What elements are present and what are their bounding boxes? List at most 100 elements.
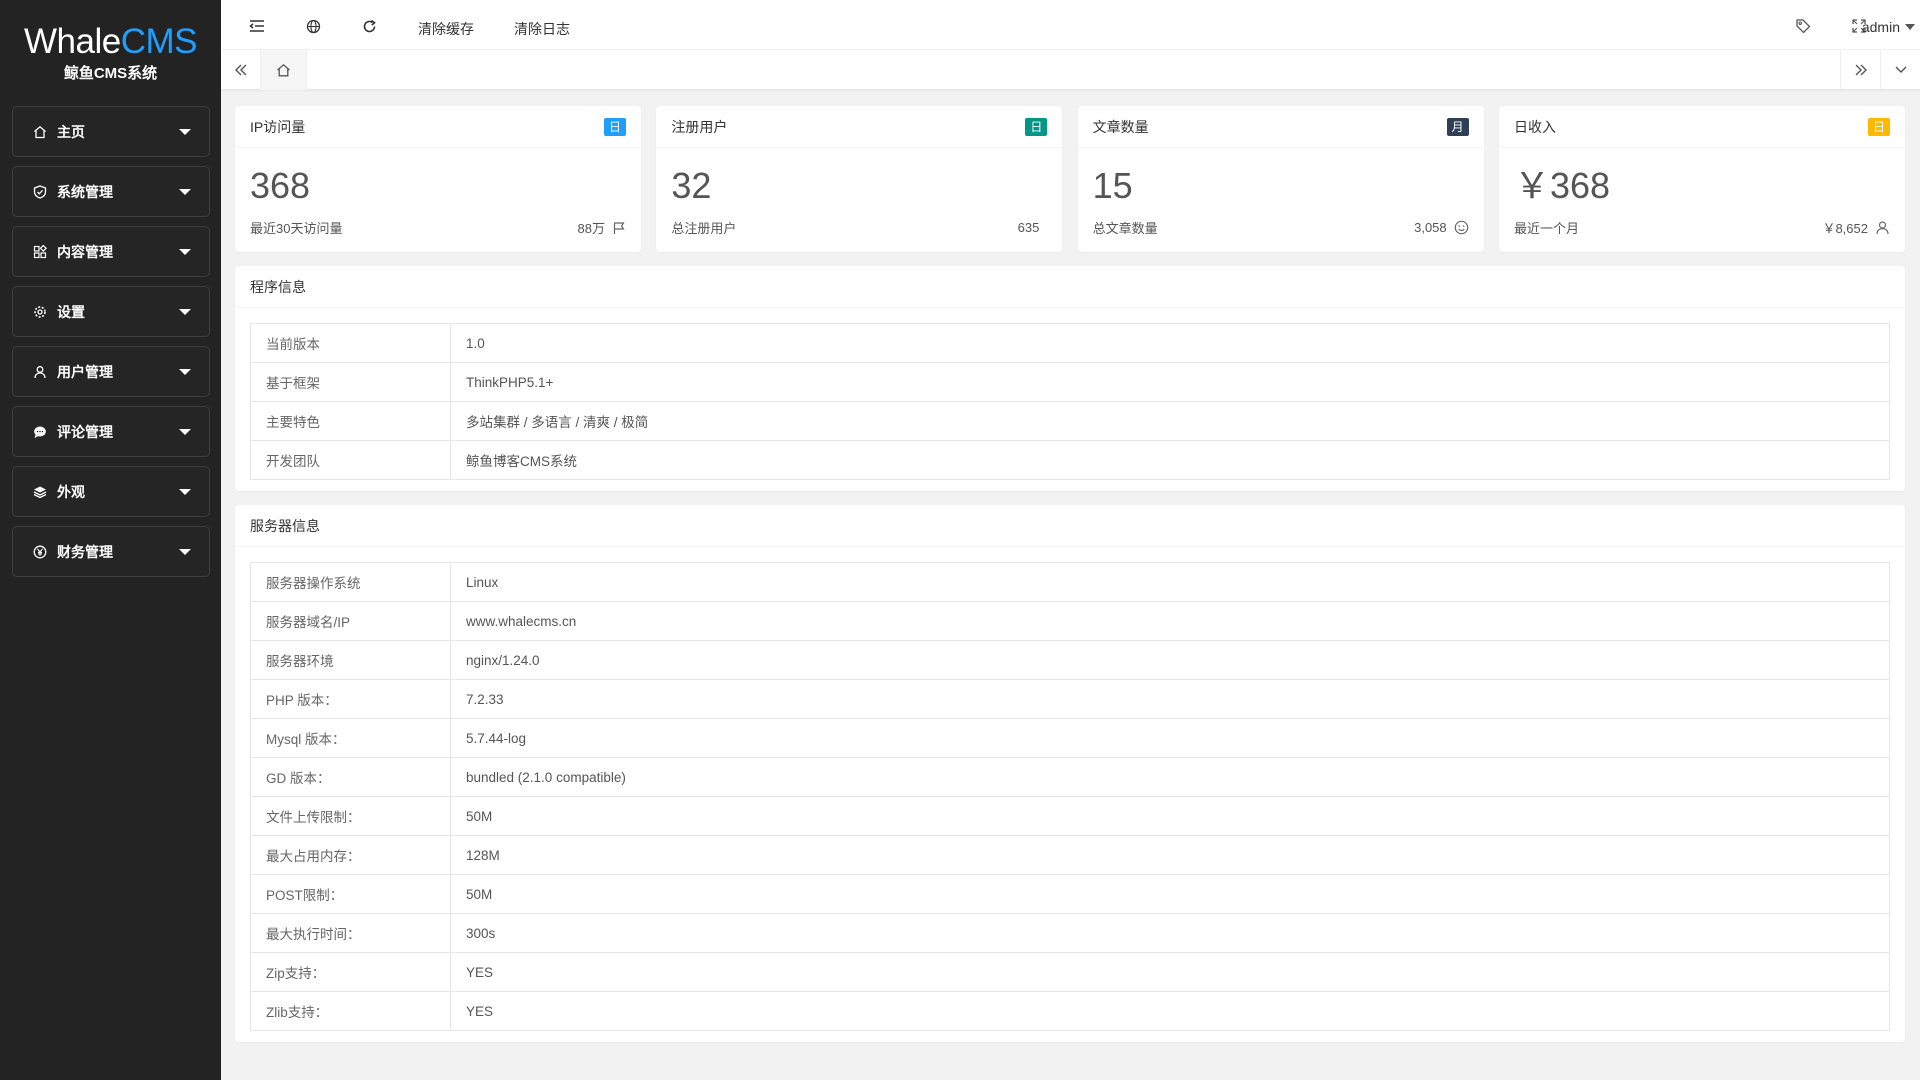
sidebar-item-settings[interactable]: 设置: [12, 286, 210, 337]
sidebar-item-label: 设置: [57, 303, 85, 320]
row-key: 基于框架: [250, 362, 451, 402]
user-icon: [31, 365, 49, 379]
caret-down-icon: [179, 488, 191, 495]
tag-icon[interactable]: [1794, 17, 1812, 35]
main-content: IP访问量 日 368 最近30天访问量 88万 注册用户 日 32 总注册用户…: [235, 106, 1905, 1042]
card-sub-value: 88万: [577, 221, 605, 236]
logo[interactable]: WhaleCMS 鲸鱼CMS系统: [0, 0, 221, 100]
tabs-menu-button[interactable]: [1880, 50, 1920, 90]
sidebar-item-content[interactable]: 内容管理: [12, 226, 210, 277]
menu-toggle-icon[interactable]: [248, 17, 266, 35]
sidebar-item-finance[interactable]: 财务管理: [12, 526, 210, 577]
sidebar-item-system[interactable]: 系统管理: [12, 166, 210, 217]
panel-title: 程序信息: [235, 266, 1905, 308]
stat-card-articles: 文章数量 月 15 总文章数量 3,058: [1077, 106, 1484, 252]
row-value: nginx/1.24.0: [450, 640, 1890, 680]
chat-icon: [31, 425, 49, 439]
row-value: 多站集群 / 多语言 / 清爽 / 极简: [450, 401, 1890, 441]
row-key: 主要特色: [250, 401, 451, 441]
table-row: 文件上传限制： 50M: [250, 796, 1890, 836]
stat-card-ip-visits: IP访问量 日 368 最近30天访问量 88万: [235, 106, 641, 252]
row-value: YES: [450, 952, 1890, 992]
card-sub-value: 3,058: [1414, 220, 1447, 235]
row-key: 当前版本: [250, 323, 451, 363]
stat-cards: IP访问量 日 368 最近30天访问量 88万 注册用户 日 32 总注册用户…: [235, 106, 1905, 252]
row-value: Linux: [450, 562, 1890, 602]
tabs-scroll-right-button[interactable]: [1840, 50, 1880, 90]
double-chevron-left-icon: [234, 64, 246, 76]
row-value: YES: [450, 991, 1890, 1031]
sidebar-item-label: 外观: [57, 483, 85, 500]
card-value: 32: [671, 165, 712, 206]
row-key: 服务器环境: [250, 640, 451, 680]
sidebar-item-label: 评论管理: [57, 423, 113, 440]
clear-log-link[interactable]: 清除日志: [514, 19, 570, 39]
stat-card-registered-users: 注册用户 日 32 总注册用户 635: [656, 106, 1063, 252]
top-header: 清除缓存 清除日志 admin: [221, 0, 1920, 50]
sidebar-item-appearance[interactable]: 外观: [12, 466, 210, 517]
table-row: Zlib支持： YES: [250, 991, 1890, 1031]
layers-icon: [31, 485, 49, 499]
program-info-table: 当前版本 1.0 基于框架 ThinkPHP5.1+ 主要特色 多站集群 / 多语言 / …: [250, 323, 1890, 480]
card-sub-value: ￥8,652: [1822, 221, 1868, 236]
smile-icon: [1454, 220, 1469, 235]
table-row: 最大占用内存： 128M: [250, 835, 1890, 875]
tab-home[interactable]: [261, 50, 307, 90]
row-value: 1.0: [450, 323, 1890, 363]
row-value: 鲸鱼博客CMS系统: [450, 440, 1890, 480]
table-row: 最大执行时间： 300s: [250, 913, 1890, 953]
row-key: 服务器域名/IP: [250, 601, 451, 641]
caret-down-icon: [179, 188, 191, 195]
server-info-table: 服务器操作系统 Linux 服务器域名/IP www.whalecms.cn 服务器环境…: [250, 562, 1890, 1031]
sidebar-item-comments[interactable]: 评论管理: [12, 406, 210, 457]
caret-down-icon: [179, 308, 191, 315]
sidebar-item-home[interactable]: 主页: [12, 106, 210, 157]
row-value: 7.2.33: [450, 679, 1890, 719]
row-value: 50M: [450, 874, 1890, 914]
caret-down-icon: [179, 368, 191, 375]
sidebar-item-users[interactable]: 用户管理: [12, 346, 210, 397]
table-row: GD 版本： bundled (2.1.0 compatible): [250, 757, 1890, 797]
table-row: 主要特色 多站集群 / 多语言 / 清爽 / 极简: [250, 401, 1890, 441]
double-chevron-right-icon: [1855, 64, 1867, 76]
table-row: 服务器环境 nginx/1.24.0: [250, 640, 1890, 680]
row-key: Zlib支持：: [250, 991, 451, 1031]
username: admin: [1861, 19, 1900, 35]
tabs-bar: [221, 50, 1920, 90]
period-badge: 月: [1446, 117, 1469, 136]
row-key: POST限制：: [250, 874, 451, 914]
clear-cache-link[interactable]: 清除缓存: [418, 19, 474, 39]
apps-icon: [31, 244, 49, 259]
card-desc: 总注册用户: [671, 221, 737, 236]
caret-down-icon: [179, 128, 191, 135]
tabs-scroll-left-button[interactable]: [221, 50, 261, 90]
sidebar-item-label: 财务管理: [57, 543, 113, 560]
row-key: 服务器操作系统: [250, 562, 451, 602]
flag-icon: [612, 221, 626, 235]
row-value: 128M: [450, 835, 1890, 875]
table-row: 基于框架 ThinkPHP5.1+: [250, 362, 1890, 402]
row-value: bundled (2.1.0 compatible): [450, 757, 1890, 797]
row-key: 最大执行时间：: [250, 913, 451, 953]
table-row: 开发团队 鲸鱼博客CMS系统: [250, 440, 1890, 480]
home-icon: [31, 125, 49, 139]
user-menu[interactable]: admin: [1862, 19, 1915, 35]
shield-icon: [31, 184, 49, 199]
row-value: ThinkPHP5.1+: [450, 362, 1890, 402]
card-title: IP访问量: [250, 118, 306, 135]
caret-down-icon: [179, 248, 191, 255]
period-badge: 日: [604, 117, 626, 136]
logo-subtitle: 鲸鱼CMS系统: [63, 65, 158, 82]
stat-card-daily-income: 日收入 日 ￥368 最近一个月 ￥8,652: [1498, 106, 1905, 252]
gear-icon: [31, 305, 49, 319]
row-value: 5.7.44-log: [450, 718, 1890, 758]
refresh-icon[interactable]: [360, 17, 378, 35]
home-icon: [277, 63, 290, 77]
sidebar-item-label: 系统管理: [57, 183, 113, 200]
sidebar: WhaleCMS 鲸鱼CMS系统 主页 系统管理 内容管理 设置 用户管理 评论…: [0, 0, 221, 1080]
period-badge: 日: [1867, 117, 1890, 136]
table-row: 当前版本 1.0: [250, 323, 1890, 363]
caret-down-icon: [179, 548, 191, 555]
sidebar-menu: 主页 系统管理 内容管理 设置 用户管理 评论管理 外观 财务管理: [0, 100, 221, 577]
globe-icon[interactable]: [304, 17, 322, 35]
